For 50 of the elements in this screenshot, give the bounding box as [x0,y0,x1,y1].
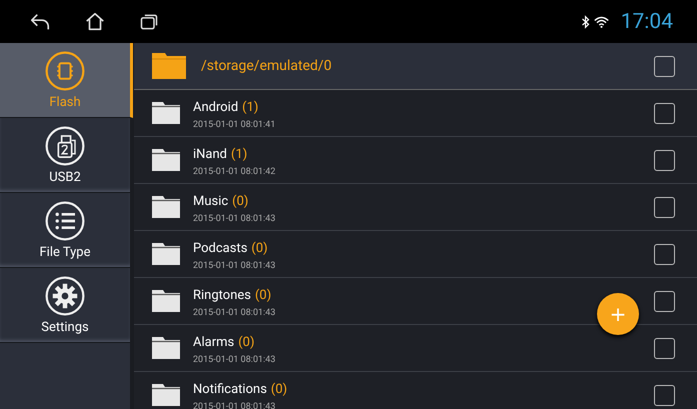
folder-name[interactable]: Ringtones [193,288,251,303]
checkbox[interactable] [654,290,675,312]
wifi-icon [594,16,609,28]
folder-date: 2015-01-01 08:01:43 [193,214,276,224]
folder-icon [152,102,180,124]
folder-icon [152,243,180,265]
checkbox[interactable] [654,56,675,76]
folder-icon [152,290,180,312]
checkbox[interactable] [654,150,675,170]
path-row[interactable]: /storage/emulated/0 [134,43,697,90]
folder-icon [152,149,180,171]
sidebar-item[interactable]: File Type [0,193,130,268]
item-count: (0) [270,382,288,397]
folder-name[interactable]: Alarms [193,335,234,350]
folder-icon [152,53,186,79]
chip-icon [45,50,85,90]
folder-icon [152,337,180,359]
bluetooth-icon [580,14,590,28]
usb-drive-icon [45,126,85,166]
sidebar-item[interactable]: USB2 [0,118,130,193]
item-count: (0) [251,241,268,256]
folder-date: 2015-01-01 08:01:43 [193,355,276,365]
checkbox[interactable] [654,338,675,358]
folder-name[interactable]: iNand [193,147,228,162]
item-count: (1) [231,147,248,162]
sidebar-item[interactable]: Settings [0,268,130,343]
checkbox[interactable] [654,196,675,218]
folder-date: 2015-01-01 08:01:43 [193,402,276,409]
clock-time: 17:04 [620,10,673,34]
folder-icon [152,384,180,406]
folder-date: 2015-01-01 08:01:41 [193,120,276,130]
folder-date: 2015-01-01 08:01:43 [193,308,276,318]
item-count: (0) [254,288,272,303]
checkbox[interactable] [654,244,675,264]
item-count: (1) [242,100,258,115]
folder-name[interactable]: Notifications [193,382,267,397]
path-text: /storage/emulated/0 [201,58,333,74]
list-icon [45,200,85,240]
folder-date: 2015-01-01 08:01:43 [193,261,276,271]
folder-icon [152,196,180,218]
folder-date: 2015-01-01 08:01:42 [193,167,276,177]
folder-name[interactable]: Android [193,100,238,115]
checkbox[interactable] [654,384,675,406]
folder-name[interactable]: Podcasts [193,241,248,256]
item-count: (0) [238,335,254,350]
checkbox[interactable] [654,102,675,124]
recent-apps-icon[interactable] [138,12,160,32]
item-count: (0) [232,194,248,209]
folder-name[interactable]: Music [193,194,228,209]
settings-icon [45,276,85,316]
